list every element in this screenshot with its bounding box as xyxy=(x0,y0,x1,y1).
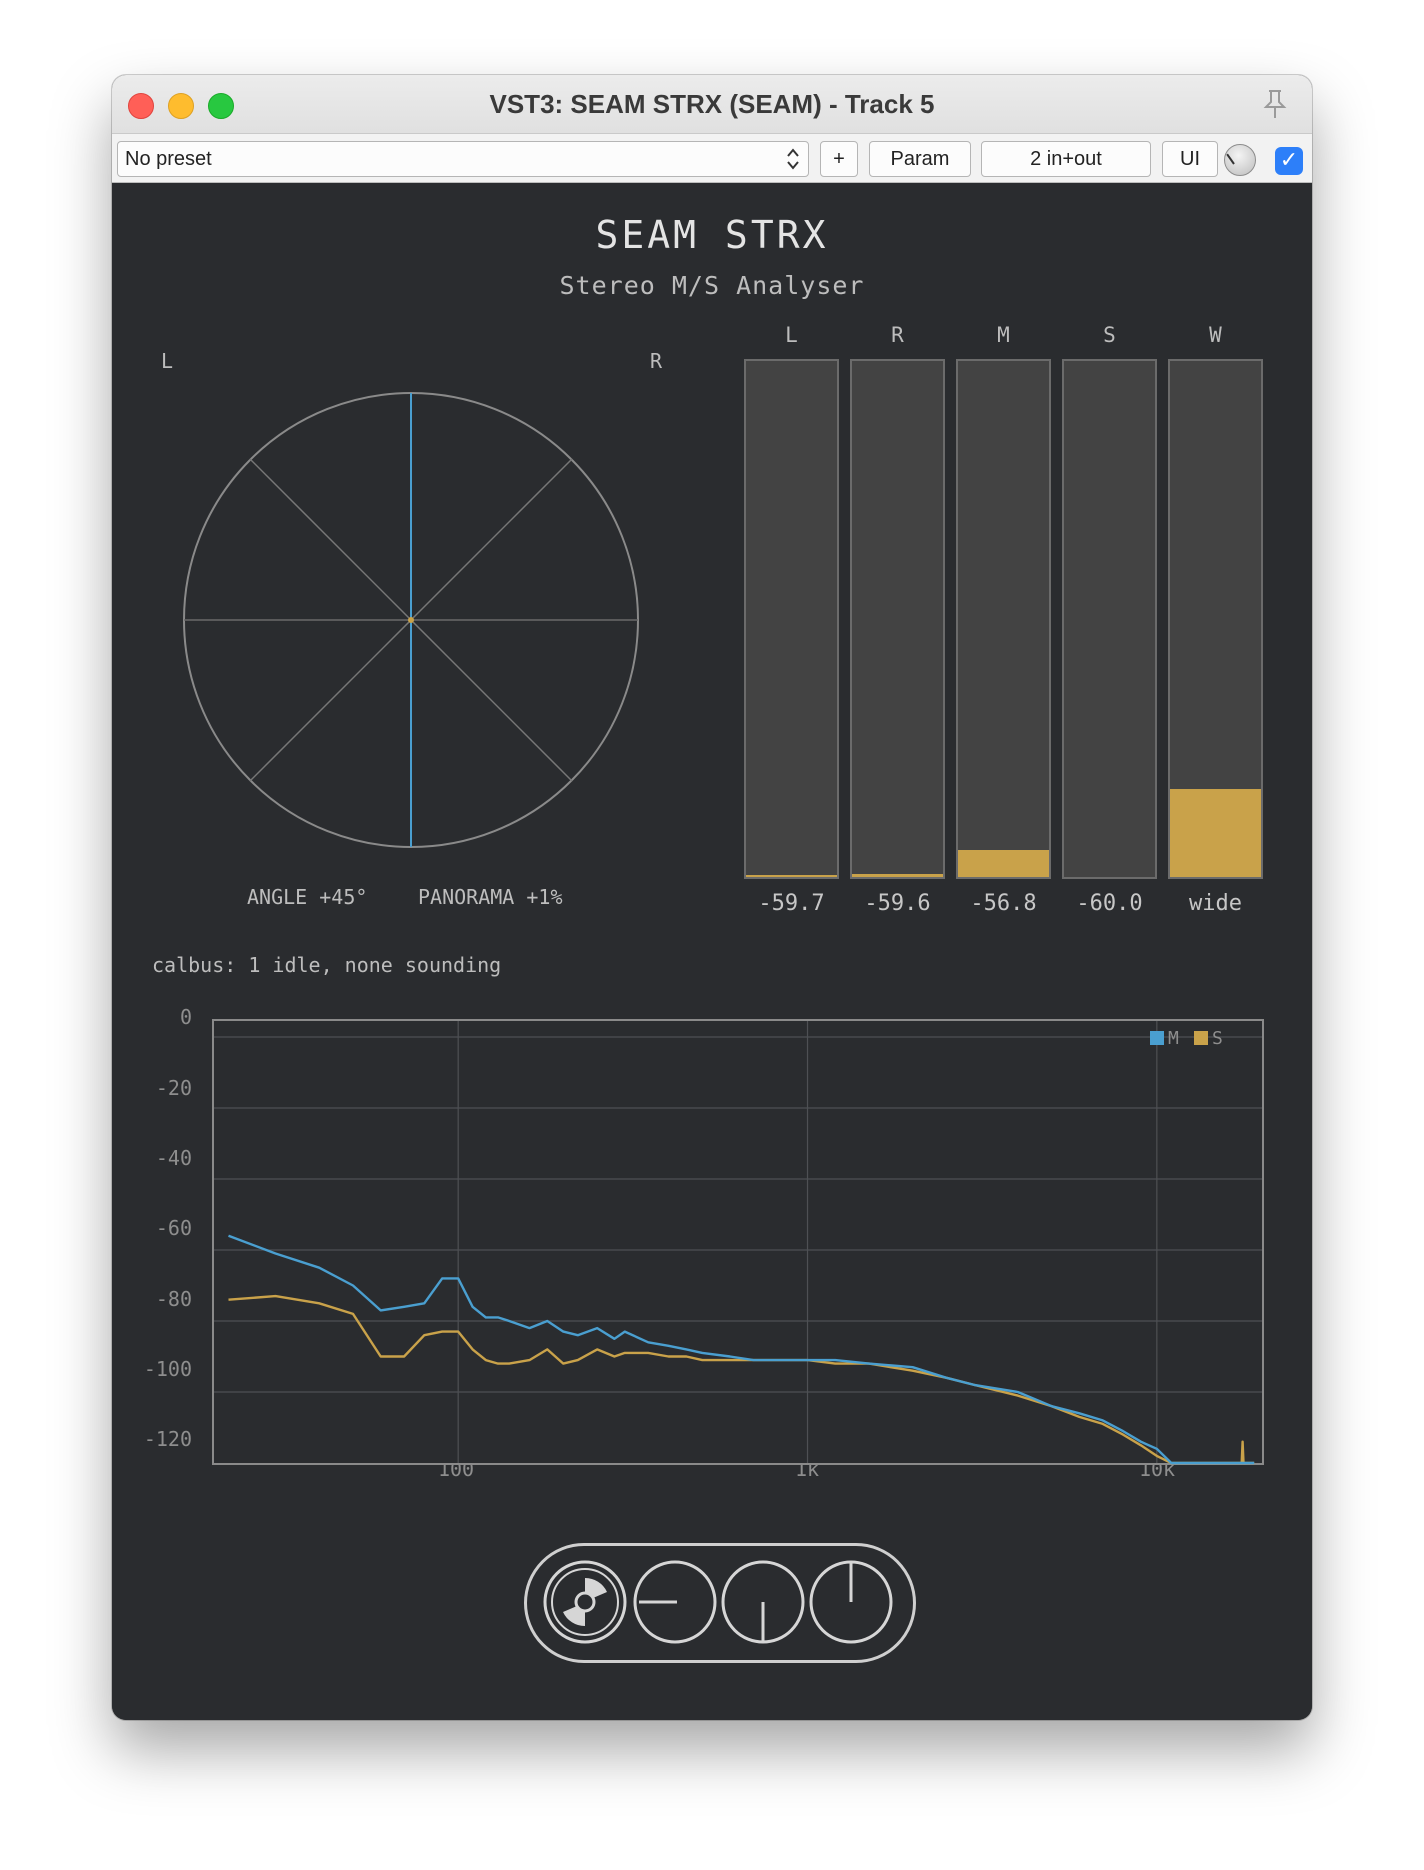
y-tick-label: 0 xyxy=(179,1005,192,1029)
power-icon[interactable] xyxy=(807,1558,895,1646)
host-toolbar: No preset + Param 2 in+out UI ✓ xyxy=(112,134,1312,183)
meter-label: R xyxy=(891,323,904,347)
io-button[interactable]: 2 in+out xyxy=(981,141,1151,177)
minus-circle-icon[interactable] xyxy=(631,1558,719,1646)
spectrum-plot: M S xyxy=(212,1019,1264,1465)
plugin-title: SEAM STRX xyxy=(595,213,829,257)
bypass-checkbox[interactable]: ✓ xyxy=(1275,147,1303,175)
y-tick-label: -20 xyxy=(155,1076,192,1100)
updown-chevron-icon xyxy=(787,148,799,170)
meter-fill xyxy=(746,874,837,877)
meter-label: S xyxy=(1103,323,1116,347)
plot-frame xyxy=(212,1019,1264,1465)
scope-center-dot xyxy=(408,617,414,623)
y-tick-label: -80 xyxy=(155,1287,192,1311)
half-circle-icon[interactable] xyxy=(719,1558,807,1646)
param-button[interactable]: Param xyxy=(869,141,971,177)
preset-value: No preset xyxy=(125,148,212,170)
preset-select[interactable]: No preset xyxy=(117,141,809,177)
window-title: VST3: SEAM STRX (SEAM) - Track 5 xyxy=(489,89,935,119)
dry-wet-knob[interactable] xyxy=(1224,144,1256,176)
plugin-window: VST3: SEAM STRX (SEAM) - Track 5 No pres… xyxy=(112,75,1312,1720)
legend-label-m: M xyxy=(1168,1028,1179,1049)
meter-label: L xyxy=(785,323,798,347)
disc-icon[interactable] xyxy=(541,1558,629,1646)
legend-swatch-s xyxy=(1194,1031,1208,1045)
plugin-ui: SEAM STRX Stereo M/S Analyser L R ANGLE … xyxy=(112,183,1312,1720)
meter-fill xyxy=(958,849,1049,877)
y-tick-label: -120 xyxy=(143,1427,192,1451)
scope-right-label: R xyxy=(650,349,663,373)
panorama-readout: PANORAMA +1% xyxy=(418,885,563,909)
meter-value: -59.7 xyxy=(758,891,825,916)
meter-label: W xyxy=(1209,323,1222,347)
add-preset-button[interactable]: + xyxy=(820,141,858,177)
legend-label-s: S xyxy=(1212,1028,1223,1049)
y-tick-label: -40 xyxy=(155,1146,192,1170)
angle-readout: ANGLE +45° xyxy=(247,885,368,909)
scope-left-label: L xyxy=(161,349,174,373)
meter-value: wide xyxy=(1189,891,1242,916)
y-tick-label: -60 xyxy=(155,1216,192,1240)
y-tick-label: -100 xyxy=(143,1357,192,1381)
vectorscope xyxy=(183,392,639,848)
plugin-subtitle: Stereo M/S Analyser xyxy=(559,271,865,300)
meter-fill xyxy=(1170,789,1261,877)
transport-controls xyxy=(524,1543,916,1663)
legend-swatch-m xyxy=(1150,1031,1164,1045)
meter-fill xyxy=(852,873,943,877)
meter-value: -56.8 xyxy=(970,891,1037,916)
status-line: calbus: 1 idle, none sounding xyxy=(152,953,502,977)
ui-button[interactable]: UI xyxy=(1162,141,1218,177)
meter-value: -59.6 xyxy=(864,891,931,916)
meter-label: M xyxy=(997,323,1010,347)
pin-icon[interactable] xyxy=(1260,88,1290,120)
title-bar[interactable]: VST3: SEAM STRX (SEAM) - Track 5 xyxy=(112,75,1312,134)
meter-value: -60.0 xyxy=(1076,891,1143,916)
